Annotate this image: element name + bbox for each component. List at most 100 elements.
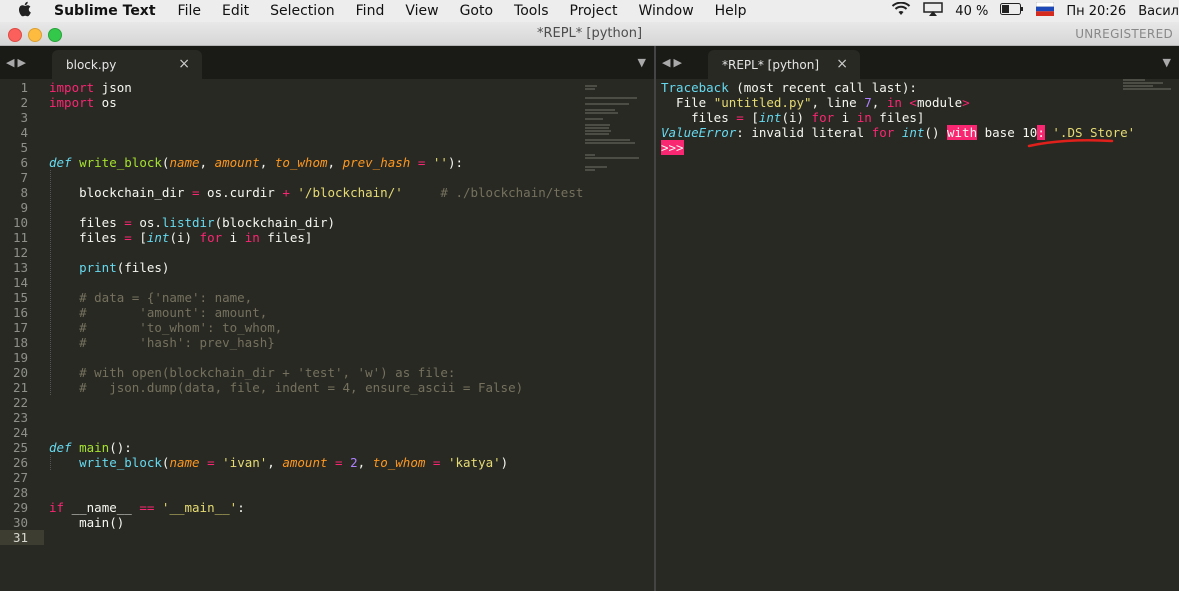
code-line[interactable]: if __name__ == '__main__': [49, 500, 245, 515]
airplay-icon[interactable] [923, 2, 944, 20]
code-token: == [139, 500, 155, 515]
editor-pane[interactable]: 1 import json 2 import os 3 4 5 6 def write_bloc… [0, 79, 654, 591]
close-tab-icon[interactable]: × [836, 56, 848, 72]
code-line[interactable]: import json [49, 80, 132, 95]
code-token: amount [282, 455, 328, 470]
battery-icon[interactable] [1000, 3, 1024, 19]
repl-prompt[interactable]: >>> [661, 140, 684, 155]
repl-token: i [834, 110, 857, 125]
code-token: , [199, 155, 215, 170]
repl-token: int [901, 125, 925, 140]
code-line[interactable]: # 'amount': amount, [49, 305, 267, 320]
tab-label: *REPL* [python] [722, 58, 819, 72]
tab-nav-arrows-icon[interactable]: ◀▶ [6, 56, 29, 69]
line-number: 26 [12, 455, 28, 470]
menu-window[interactable]: Window [638, 3, 693, 19]
menu-help[interactable]: Help [715, 3, 747, 19]
repl-token: File [661, 95, 714, 110]
repl-token: , line [811, 95, 865, 110]
code-line[interactable]: # with open(blockchain_dir + 'test', 'w'… [49, 365, 455, 380]
repl-token: : invalid literal [736, 125, 872, 140]
repl-token: = [736, 110, 744, 125]
code-line[interactable]: write_block(name = 'ivan', amount = 2, t… [49, 455, 508, 470]
user-name[interactable]: Васил [1138, 4, 1179, 19]
tab-block-py[interactable]: block.py × [52, 50, 202, 79]
code-token: in [244, 230, 260, 245]
repl-minimap[interactable] [1123, 79, 1173, 91]
tab-dropdown-icon[interactable]: ▼ [1163, 56, 1171, 69]
repl-output-line[interactable]: File "untitled.py", line 7, in <module> [661, 95, 970, 110]
code-token: write_block [79, 155, 162, 170]
code-token: for [199, 230, 223, 245]
code-token: write_block [79, 455, 162, 470]
repl-token [894, 125, 902, 140]
input-source-flag-icon[interactable] [1036, 1, 1055, 20]
line-number: 21 [12, 380, 28, 395]
repl-token: for [871, 125, 895, 140]
code-token: amount [214, 155, 260, 170]
code-token: # json.dump(data, file, indent = 4, ensu… [49, 380, 524, 395]
menu-view[interactable]: View [405, 3, 438, 19]
close-tab-icon[interactable]: × [178, 56, 190, 72]
code-line[interactable]: import os [49, 95, 117, 110]
menu-tools[interactable]: Tools [514, 3, 549, 19]
code-token: blockchain_dir [49, 185, 192, 200]
apple-icon[interactable] [16, 1, 34, 21]
code-line[interactable]: # 'to_whom': to_whom, [49, 320, 282, 335]
code-line[interactable]: def main(): [49, 440, 132, 455]
code-token: (): [109, 440, 132, 455]
menu-edit[interactable]: Edit [222, 3, 249, 19]
tab-repl-python[interactable]: *REPL* [python] × [708, 50, 860, 79]
menu-project[interactable]: Project [570, 3, 618, 19]
line-number: 20 [12, 365, 28, 380]
code-token: = [124, 230, 132, 245]
code-line[interactable]: print(files) [49, 260, 169, 275]
code-line[interactable]: # json.dump(data, file, indent = 4, ensu… [49, 380, 523, 395]
minimap[interactable] [585, 85, 640, 172]
code-line[interactable]: main() [49, 515, 124, 530]
code-line[interactable]: files = os.listdir(blockchain_dir) [49, 215, 335, 230]
code-token: __name__ [64, 500, 140, 515]
line-number: 13 [12, 260, 28, 275]
repl-token: "untitled.py" [713, 95, 812, 110]
line-number: 24 [12, 425, 28, 440]
code-token: # ./blockchain/test [440, 185, 584, 200]
wifi-icon[interactable] [891, 1, 911, 20]
menu-file[interactable]: File [178, 3, 201, 19]
code-line[interactable]: # data = {'name': name, [49, 290, 252, 305]
code-line[interactable]: # 'hash': prev_hash} [49, 335, 275, 350]
code-token: # 'amount': amount, [49, 305, 268, 320]
tab-dropdown-icon[interactable]: ▼ [638, 56, 646, 69]
code-token: , [259, 155, 275, 170]
code-line[interactable]: files = [int(i) for i in files] [49, 230, 312, 245]
code-token: = [335, 455, 343, 470]
repl-token: in [856, 110, 872, 125]
line-number: 19 [12, 350, 28, 365]
menu-goto[interactable]: Goto [460, 3, 493, 19]
clock[interactable]: Пн 20:26 [1066, 4, 1126, 19]
tab-label: block.py [66, 58, 117, 72]
line-number: 1 [20, 80, 28, 95]
tab-nav-arrows-icon[interactable]: ◀▶ [662, 56, 685, 69]
menu-selection[interactable]: Selection [270, 3, 335, 19]
line-number: 12 [12, 245, 28, 260]
repl-output-line[interactable]: files = [int(i) for i in files] [661, 110, 924, 125]
repl-pane[interactable]: Traceback (most recent call last): File … [656, 79, 1179, 591]
code-line[interactable]: blockchain_dir = os.curdir + '/blockchai… [49, 185, 583, 200]
code-token: '' [432, 155, 448, 170]
menu-find[interactable]: Find [356, 3, 385, 19]
code-token: main() [49, 515, 125, 530]
code-token: 'ivan' [222, 455, 268, 470]
window-title: *REPL* [python] [536, 26, 643, 41]
code-token: listdir [161, 215, 215, 230]
code-token: import [49, 80, 95, 95]
menu-app-name[interactable]: Sublime Text [54, 3, 156, 19]
code-token: # 'to_whom': to_whom, [49, 320, 283, 335]
repl-output-line[interactable]: Traceback (most recent call last): [661, 80, 917, 95]
code-line[interactable]: def write_block(name, amount, to_whom, p… [49, 155, 463, 170]
code-token: os.curdir [199, 185, 283, 200]
line-number: 8 [20, 185, 28, 200]
